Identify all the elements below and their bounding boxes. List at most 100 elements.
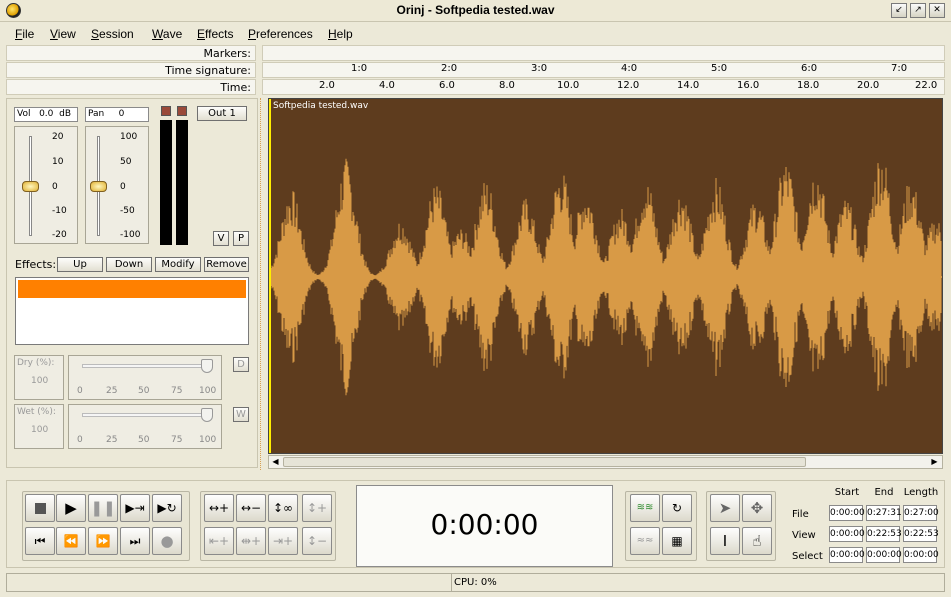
menu-effects[interactable]: Effects [197,27,233,41]
menu-help[interactable]: Help [328,27,353,41]
dry-scale-label: 75 [171,386,183,396]
file-end-field[interactable]: 0:27:31 [866,505,902,521]
record-indicator[interactable] [177,106,187,116]
pan-field[interactable]: Pan 0 [85,107,149,122]
time-label: Time: [6,79,256,95]
select-end-field[interactable]: 0:00:00 [866,547,902,563]
dry-scale-label: 50 [138,386,150,396]
file-length-field[interactable]: 0:27:00 [903,505,939,521]
skip-back-icon: ⏮ [34,534,46,548]
multitrack-view-button[interactable]: ≋≋ [630,494,660,522]
menu-session[interactable]: Session [91,27,134,41]
stop-button[interactable] [25,494,55,522]
effects-list-item[interactable] [18,280,246,298]
effect-down-button[interactable]: Down [106,257,152,272]
play-loop-button[interactable]: ▶↻ [152,494,182,522]
move-icon: ✥ [750,499,764,517]
wet-scale-label: 25 [106,435,118,445]
dry-slider[interactable] [201,359,213,373]
close-button[interactable]: ✕ [929,3,945,18]
wet-scale-label: 100 [199,435,217,445]
record-button[interactable]: ● [152,527,182,555]
volume-field[interactable]: Vol 0.0 dB [14,107,78,122]
zoom-full-button[interactable]: ↕∞ [268,494,298,522]
zoom-in-vertical-button[interactable]: ↕+ [302,494,332,522]
select-start-field[interactable]: 0:00:00 [829,547,865,563]
play-selection-button[interactable]: ▶⇥ [120,494,150,522]
scroll-right-arrow[interactable]: ▶ [929,457,940,467]
move-tool-button[interactable]: ✥ [742,494,772,522]
pan-slider[interactable] [90,181,107,192]
effect-remove-button[interactable]: Remove [204,257,249,272]
effect-modify-button[interactable]: Modify [155,257,201,272]
time-ruler[interactable]: 2.0 4.0 6.0 8.0 10.0 12.0 14.0 16.0 18.0… [262,79,945,95]
zoom-selection-end-button[interactable]: ⇥+ [268,527,298,555]
loop-icon: ↻ [671,501,683,515]
time-signature-ruler[interactable]: 1:0 2:0 3:0 4:0 5:0 6:0 7:0 [262,62,945,78]
scroll-thumb[interactable] [283,457,806,467]
zoom-out-vertical-button[interactable]: ↕− [302,527,332,555]
file-start-field[interactable]: 0:00:00 [829,505,865,521]
horizontal-scrollbar[interactable]: ◀ ▶ [268,455,943,469]
hand-tool-button[interactable]: ☝ [742,527,772,555]
volume-scale-label: 0 [52,182,58,192]
scroll-left-arrow[interactable]: ◀ [270,457,281,467]
select-length-field[interactable]: 0:00:00 [903,547,939,563]
pan-scale-label: -50 [120,206,135,216]
wave-view-button[interactable]: ≈≈ [630,527,660,555]
time-tick: 10.0 [557,80,580,91]
p-button[interactable]: P [233,231,249,246]
level-meter-right [176,120,188,245]
bar-tick: 1:0 [351,63,368,74]
piano-roll-button[interactable]: ▦ [662,527,692,555]
time-tick: 16.0 [737,80,760,91]
effect-up-button[interactable]: Up [57,257,103,272]
view-length-field[interactable]: 0:22:53 [903,526,939,542]
time-tick: 6.0 [439,80,455,91]
menu-view[interactable]: View [50,27,76,41]
menu-file[interactable]: File [15,27,34,41]
go-to-start-button[interactable]: ⏮ [25,527,55,555]
view-end-field[interactable]: 0:22:53 [866,526,902,542]
time-tick: 14.0 [677,80,700,91]
pause-button[interactable]: ❚❚ [88,494,118,522]
rewind-button[interactable]: ⏪ [56,527,86,555]
play-button[interactable]: ▶ [56,494,86,522]
wet-button[interactable]: W [233,407,249,422]
wave-filename: Softpedia tested.wav [273,101,369,111]
markers-ruler[interactable] [262,45,945,61]
minimize-button[interactable]: ↙ [891,3,907,18]
zoom-selection-start-button[interactable]: ⇤+ [204,527,234,555]
level-meter-left [160,120,172,245]
zoom-in-horizontal-button[interactable]: ↔+ [204,494,234,522]
record-indicator[interactable] [161,106,171,116]
text-cursor-tool-button[interactable]: I [710,527,740,555]
loop-view-button[interactable]: ↻ [662,494,692,522]
play-icon: ▶ [65,499,77,517]
zoom-selection-button[interactable]: ⇹+ [236,527,266,555]
panel-splitter[interactable] [260,98,264,470]
maximize-button[interactable]: ↗ [910,3,926,18]
selection-header-start: Start [834,487,860,498]
zoom-full-icon: ↕∞ [272,501,294,515]
selection-row-label: Select [792,551,823,562]
multitrack-icon: ≋≋ [636,502,654,513]
bar-tick: 6:0 [801,63,818,74]
fast-forward-button[interactable]: ⏩ [88,527,118,555]
view-start-field[interactable]: 0:00:00 [829,526,865,542]
time-tick: 18.0 [797,80,820,91]
output-button[interactable]: Out 1 [197,106,247,121]
menu-preferences[interactable]: Preferences [248,27,313,41]
go-to-end-button[interactable]: ⏭ [120,527,150,555]
dry-button[interactable]: D [233,357,249,372]
arrow-cursor-icon: ➤ [718,499,732,517]
zoom-out-horizontal-button[interactable]: ↔− [236,494,266,522]
menu-wave[interactable]: Wave [152,27,182,41]
waveform-view[interactable]: Softpedia tested.wav [268,98,943,454]
effects-list[interactable] [15,277,249,345]
volume-slider[interactable] [22,181,39,192]
v-button[interactable]: V [213,231,229,246]
select-tool-button[interactable]: ➤ [710,494,740,522]
wet-slider[interactable] [201,408,213,422]
status-bar: CPU: 0% [6,573,945,592]
